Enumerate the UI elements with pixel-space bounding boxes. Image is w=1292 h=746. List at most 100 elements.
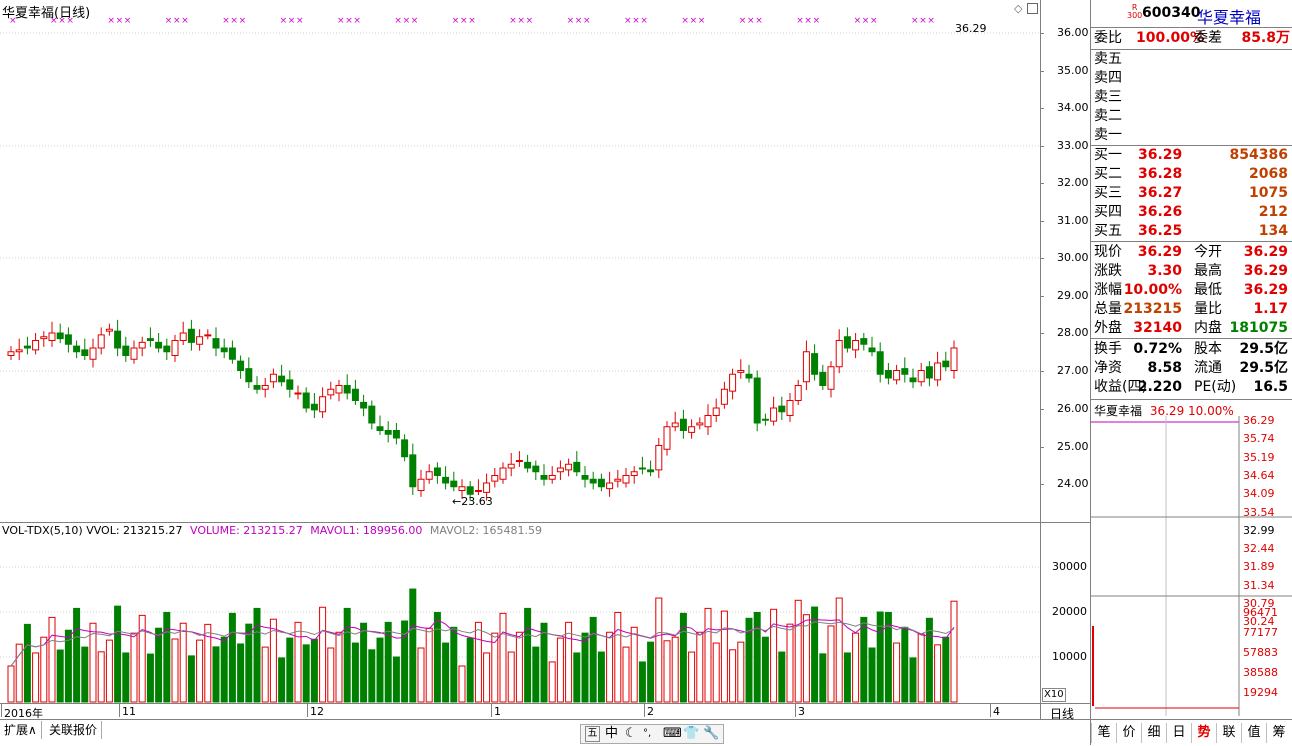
- volume-bar: [163, 611, 171, 703]
- related-quote-tab[interactable]: 关联报价: [45, 721, 103, 739]
- volume-bar: [761, 636, 769, 703]
- price-tick-label: 32.00: [1057, 176, 1089, 189]
- volume-bar: [786, 623, 794, 703]
- vol-indicator-name: VOL-TDX(5,10): [2, 524, 83, 537]
- mini-price-tick: 31.89: [1243, 560, 1275, 574]
- candle-body: [835, 340, 843, 368]
- time-tick: [644, 703, 645, 717]
- panel-tab-5[interactable]: 联: [1216, 723, 1241, 743]
- quote-value: 36.29: [1137, 244, 1182, 260]
- weicha-label: 委差: [1194, 30, 1222, 46]
- buy-row: 买一 36.29 854386: [1094, 146, 1290, 165]
- time-tick-label: 1: [494, 705, 501, 718]
- candle-body: [917, 370, 925, 383]
- sell-row: 卖三: [1094, 88, 1290, 107]
- volume-bar: [343, 607, 351, 703]
- volume-bar: [228, 612, 236, 703]
- volume-bar: [663, 640, 671, 703]
- signal-marker: ×: [690, 16, 698, 26]
- stock-name[interactable]: 华夏幸福: [1197, 4, 1261, 28]
- volume-bar: [729, 649, 737, 703]
- volume-bar: [392, 656, 400, 703]
- period-label[interactable]: 日线: [1050, 705, 1074, 722]
- chinese-mode-icon[interactable]: 中: [605, 725, 618, 743]
- shirt-icon[interactable]: 👕: [683, 725, 699, 743]
- candle-body: [433, 467, 441, 476]
- panel-tab-6[interactable]: 值: [1241, 723, 1266, 743]
- fund-value: 2.220: [1137, 379, 1182, 395]
- candle-body: [909, 377, 917, 383]
- input-toolbar[interactable]: 五 中 ☾ °, ⌨ 👕 🔧: [580, 724, 724, 744]
- kline-chart-area[interactable]: 华夏幸福(日线) ◇ × × × × × × × × × × × × × × × × × × × × × × × × × × × × ×…: [0, 0, 1090, 745]
- candle-body: [704, 415, 712, 428]
- panel-tab-4[interactable]: 势: [1191, 723, 1216, 743]
- volume-bar: [720, 610, 728, 703]
- candle-body: [647, 469, 655, 473]
- candle-body: [884, 370, 892, 379]
- volume-bar: [376, 637, 384, 703]
- volume-bar: [466, 637, 474, 703]
- candle-body: [351, 388, 359, 401]
- time-tick-label: 12: [310, 705, 324, 718]
- volume-bar: [360, 622, 368, 703]
- candle-body: [573, 461, 581, 473]
- volume-bar: [950, 600, 958, 703]
- candle-body: [868, 347, 876, 353]
- volume-bar: [606, 631, 614, 703]
- fund-label: 净资: [1094, 360, 1122, 376]
- panel-tab-7[interactable]: 筹: [1266, 723, 1291, 743]
- candle-body: [532, 465, 540, 473]
- mini-price-tick: 35.19: [1243, 450, 1275, 464]
- candle-body: [73, 345, 81, 353]
- panel-tab-3[interactable]: 日: [1166, 723, 1191, 743]
- candles: [7, 319, 958, 501]
- time-tick-label: 2: [647, 705, 654, 718]
- candle-body: [32, 340, 40, 351]
- candle-body: [302, 392, 310, 409]
- volume-bar: [171, 638, 179, 703]
- wubi-icon[interactable]: 五: [585, 726, 600, 742]
- candle-body: [294, 392, 302, 395]
- mini-price-tick: 35.74: [1243, 432, 1275, 446]
- signal-marker: ×: [66, 16, 74, 26]
- price-tick-label: 36.00: [1057, 26, 1089, 39]
- buy-row: 买四 36.26 212: [1094, 203, 1290, 222]
- signal-marker: ×: [173, 16, 181, 26]
- candle-body: [901, 368, 909, 375]
- candle-body: [253, 385, 261, 390]
- candle-body: [843, 336, 851, 349]
- signal-marker: ×: [288, 16, 296, 26]
- candle-body: [770, 407, 778, 422]
- sell-label: 卖二: [1094, 108, 1122, 124]
- volume-bar: [105, 639, 113, 703]
- candle-body: [934, 362, 942, 381]
- fund-value: 0.72%: [1133, 341, 1182, 357]
- candle-body: [401, 439, 409, 458]
- candle-body: [81, 349, 89, 356]
- volume-bar: [753, 611, 761, 703]
- signal-marker: ×: [804, 16, 812, 26]
- volume-bar: [32, 652, 40, 703]
- signal-marker: ×: [755, 16, 763, 26]
- expand-tab[interactable]: 扩展∧: [0, 721, 42, 739]
- candle-body: [245, 368, 253, 383]
- panel-tab-1[interactable]: 价: [1116, 723, 1141, 743]
- volume-tick-label: 20000: [1052, 605, 1087, 618]
- price-tick: [1040, 33, 1044, 34]
- candle-body: [409, 454, 417, 488]
- wrench-icon[interactable]: 🔧: [703, 725, 719, 743]
- bottom-border: [0, 719, 1090, 720]
- quote-label: 量比: [1194, 301, 1222, 317]
- mini-volume-tick: 19294: [1243, 686, 1278, 699]
- panel-tab-2[interactable]: 细: [1141, 723, 1166, 743]
- signal-marker: ×: [911, 16, 919, 26]
- panel-tab-0[interactable]: 笔: [1091, 723, 1116, 743]
- mini-volume-tick: 77177: [1243, 626, 1278, 639]
- quote-row: 外盘 32140 内盘 181075: [1094, 319, 1290, 338]
- mini-price-tick: 31.34: [1243, 578, 1275, 592]
- candle-body: [327, 388, 335, 396]
- moon-icon[interactable]: ☾: [625, 725, 637, 743]
- punctuation-icon[interactable]: °,: [643, 725, 651, 743]
- keyboard-icon[interactable]: ⌨: [663, 725, 682, 743]
- signal-marker: ×: [58, 16, 66, 26]
